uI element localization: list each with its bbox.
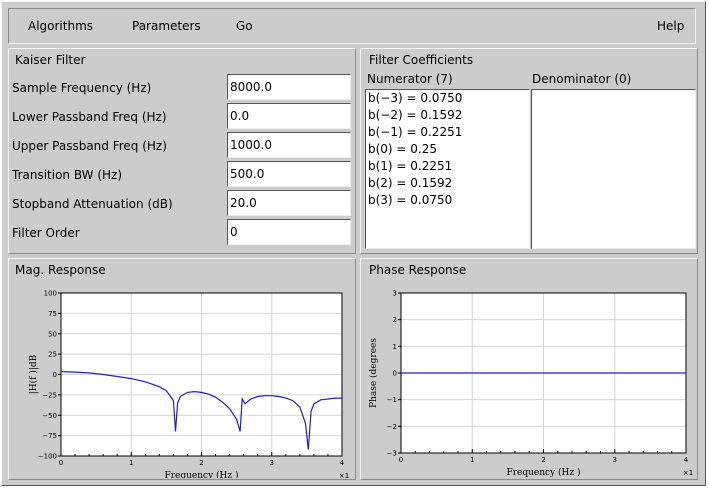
mag-response-title: Mag. Response xyxy=(15,263,106,277)
y-tick-label: −2 xyxy=(387,423,397,431)
denominator-list[interactable] xyxy=(531,89,696,249)
phase-response-title: Phase Response xyxy=(369,263,467,277)
lower-passband-input[interactable] xyxy=(227,103,351,129)
y-tick-label: 100 xyxy=(44,290,57,298)
stopband-attenuation-input[interactable] xyxy=(227,190,351,216)
x-multiplier-label: ×1 xyxy=(339,472,349,478)
y-tick-label: −1 xyxy=(387,396,397,404)
y-tick-label: 1 xyxy=(393,343,397,351)
filter-coefficients-title: Filter Coefficients xyxy=(369,53,474,67)
menu-bar: Algorithms Parameters Go Help xyxy=(8,8,696,44)
x-tick-label: 3 xyxy=(613,456,617,464)
sample-frequency-input[interactable] xyxy=(227,74,351,100)
x-multiplier-label: ×1 xyxy=(683,469,693,477)
menu-go[interactable]: Go xyxy=(236,19,253,33)
filter-order-label: Filter Order xyxy=(12,226,80,240)
menu-help[interactable]: Help xyxy=(657,19,684,33)
x-tick-label: 1 xyxy=(470,456,474,464)
x-axis-label: Frequency (Hz ) xyxy=(506,467,580,478)
y-tick-label: 75 xyxy=(48,310,57,318)
y-tick-label: −25 xyxy=(42,391,57,399)
stopband-attenuation-label: Stopband Attenuation (dB) xyxy=(12,197,173,211)
x-tick-label: 0 xyxy=(59,459,63,467)
phase-response-chart: 0 1 2 3 4 3 2 1 0 −1 −2 −3 Frequency (Hz ) Phase (deg… xyxy=(368,290,693,479)
filter-order-input[interactable] xyxy=(227,219,351,245)
y-tick-label: −75 xyxy=(42,432,57,440)
y-axis-label: Phase (degrees xyxy=(368,338,379,408)
y-tick-label: 2 xyxy=(393,316,397,324)
x-axis-label: Frequency (Hz ) xyxy=(164,470,238,478)
transition-bw-input[interactable] xyxy=(227,161,351,187)
list-item[interactable]: b(2) = 0.1592 xyxy=(368,176,452,190)
y-axis-label: |H(f )|dB xyxy=(28,354,39,394)
kaiser-filter-title: Kaiser Filter xyxy=(15,53,86,67)
y-tick-label: 25 xyxy=(48,351,57,359)
x-tick-label: 0 xyxy=(399,456,403,464)
denominator-label: Denominator (0) xyxy=(532,72,632,86)
numerator-label: Numerator (7) xyxy=(367,72,453,86)
lower-passband-label: Lower Passband Freq (Hz) xyxy=(12,110,167,124)
menu-algorithms[interactable]: Algorithms xyxy=(28,19,93,33)
list-item[interactable]: b(3) = 0.0750 xyxy=(368,193,452,207)
upper-passband-label: Upper Passband Freq (Hz) xyxy=(12,139,167,153)
y-tick-label: 50 xyxy=(48,330,57,338)
menu-parameters[interactable]: Parameters xyxy=(132,19,201,33)
x-tick-label: 2 xyxy=(199,459,203,467)
y-tick-label: 3 xyxy=(393,290,397,298)
sample-frequency-label: Sample Frequency (Hz) xyxy=(12,81,152,95)
y-tick-label: −100 xyxy=(38,453,57,461)
y-tick-label: 0 xyxy=(393,370,397,378)
y-tick-label: −50 xyxy=(42,412,57,420)
x-tick-label: 3 xyxy=(270,459,274,467)
list-item[interactable]: b(−1) = 0.2251 xyxy=(368,125,462,139)
x-tick-label: 2 xyxy=(541,456,545,464)
list-item[interactable]: b(−3) = 0.0750 xyxy=(368,91,462,105)
transition-bw-label: Transition BW (Hz) xyxy=(12,168,123,182)
list-item[interactable]: b(−2) = 0.1592 xyxy=(368,108,462,122)
upper-passband-input[interactable] xyxy=(227,132,351,158)
x-tick-label: 4 xyxy=(684,456,689,464)
mag-response-chart: 0 1 2 3 4 100 75 50 25 0 −25 −50 −75 −100 Frequency (H… xyxy=(28,290,349,479)
x-tick-label: 4 xyxy=(340,459,345,467)
y-tick-label: −3 xyxy=(387,450,397,458)
list-item[interactable]: b(0) = 0.25 xyxy=(368,142,437,156)
list-item[interactable]: b(1) = 0.2251 xyxy=(368,159,452,173)
numerator-list[interactable]: b(−3) = 0.0750 b(−2) = 0.1592 b(−1) = 0.… xyxy=(365,89,530,249)
y-tick-label: 0 xyxy=(53,371,57,379)
x-tick-label: 1 xyxy=(129,459,133,467)
